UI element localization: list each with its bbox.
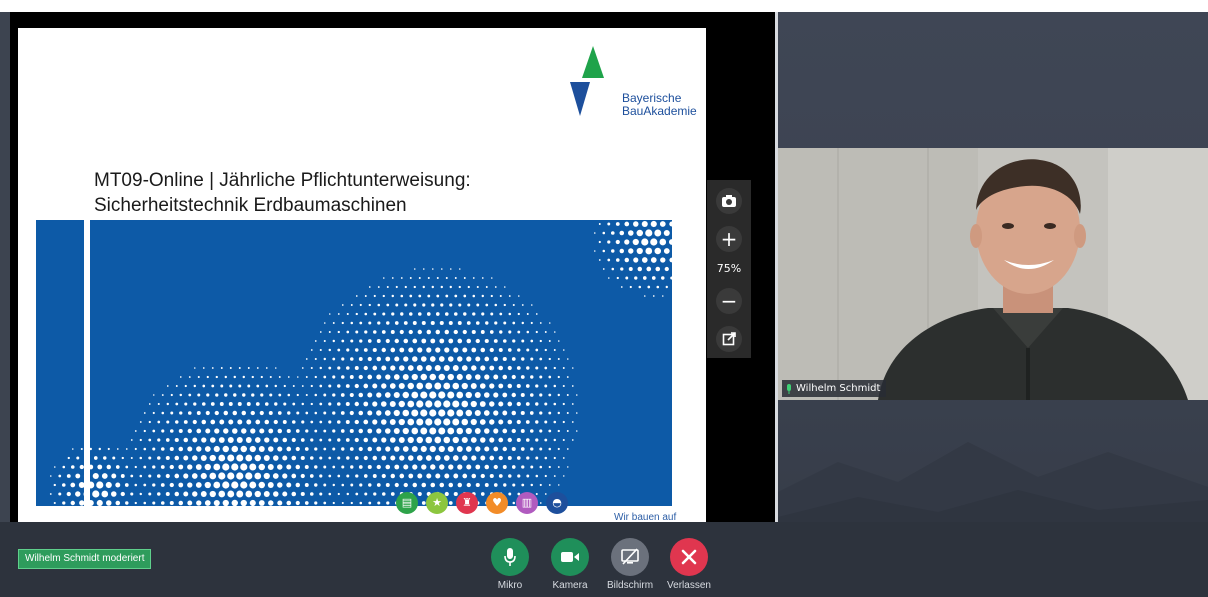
participant-name-tag: Wilhelm Schmidt [782,380,887,397]
slide-title-line-1: MT09-Online | Jährliche Pflichtunterweis… [94,170,471,191]
building-badge-icon: ▥ [516,492,538,514]
screen-share-control[interactable]: Bildschirm [600,538,660,591]
mic-label: Mikro [497,580,523,591]
shirt-badge-icon: ♜ [456,492,478,514]
camera-icon [722,195,736,207]
band-separator [84,220,90,506]
slide-title-line-2: Sicherheitstechnik Erdbaumaschinen [94,195,407,216]
participant-video[interactable]: Wilhelm Schmidt [778,148,1208,400]
logo-line-2: BauAkademie [622,104,697,118]
zoom-in-button[interactable]: + [716,226,742,252]
camera-video-icon [561,552,579,562]
mic-control[interactable]: Mikro [480,538,540,591]
popout-icon [722,332,736,346]
leave-label: Verlassen [667,580,711,591]
book-badge-icon: ▤ [396,492,418,514]
camera-control[interactable]: Kamera [540,538,600,591]
microphone-active-icon [787,383,791,394]
bottom-control-bar: Wilhelm Schmidt moderiert Mikro Kamera B… [0,522,1208,597]
heart-badge-icon: ♥ [486,492,508,514]
microphone-icon [504,548,516,566]
screen-share-label: Bildschirm [606,580,654,591]
presentation-slide: Bayerische BauAkademie MT09-Online | Jäh… [18,28,706,522]
mic-button[interactable] [491,538,529,576]
halftone-dots [49,220,672,506]
camera-label: Kamera [552,580,588,591]
leave-control[interactable]: Verlassen [659,538,719,591]
screenshot-button[interactable] [716,188,742,214]
close-icon [681,549,697,565]
camera-button[interactable] [551,538,589,576]
helmet-badge-icon: ◓ [546,492,568,514]
zoom-out-button[interactable]: − [716,288,742,314]
participant-video-feed [778,148,1208,400]
plus-icon: + [720,227,738,251]
slide-footer-text: Wir bauen auf [614,512,677,522]
slide-title: MT09-Online | Jährliche Pflichtunterweis… [94,168,654,218]
screen-share-button[interactable] [611,538,649,576]
top-strip [0,0,1208,12]
zoom-toolbar: + 75% − [707,180,751,358]
moderator-badge: Wilhelm Schmidt moderiert [18,549,152,569]
logo-text: Bayerische BauAkademie [622,92,697,118]
participant-name: Wilhelm Schmidt [796,383,881,394]
popout-button[interactable] [716,326,742,352]
minus-icon: − [720,289,738,313]
star-badge-icon: ★ [426,492,448,514]
zoom-level: 75% [716,262,742,275]
leave-button[interactable] [670,538,708,576]
slide-blue-band [36,220,672,506]
screen-share-off-icon [621,548,639,565]
